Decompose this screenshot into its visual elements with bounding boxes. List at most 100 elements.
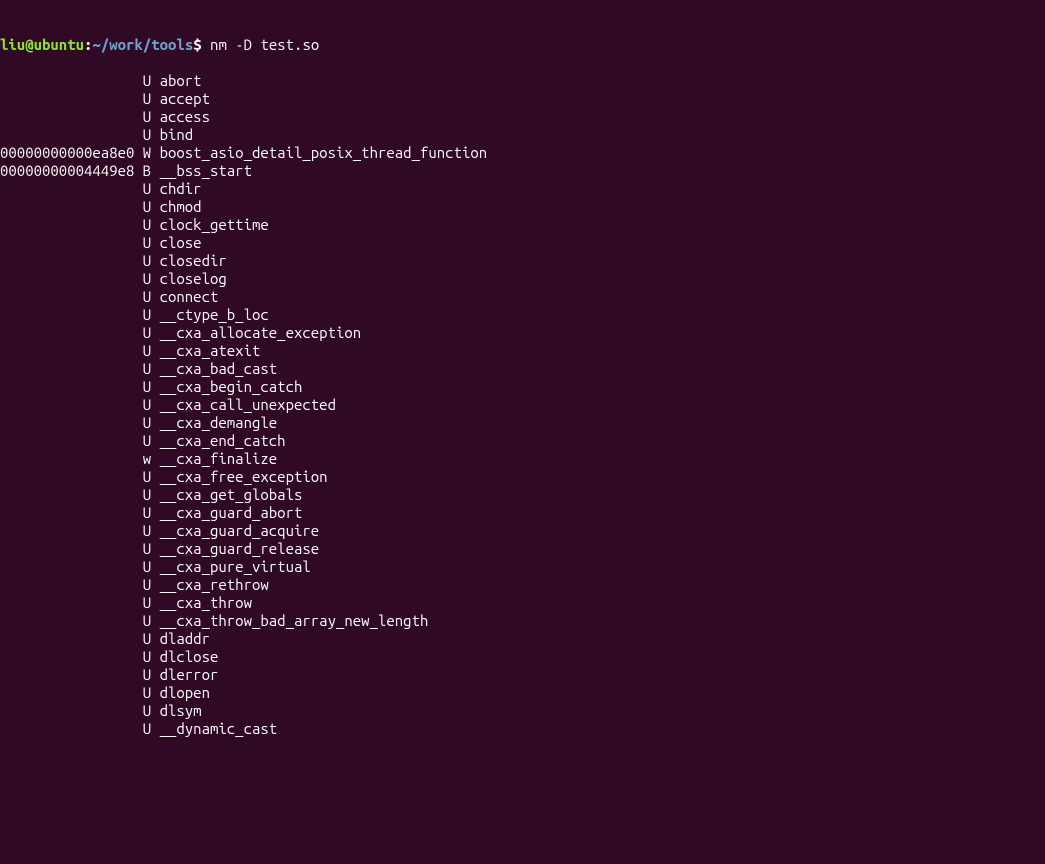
symbol-address: 00000000000ea8e0	[0, 144, 134, 162]
nm-row: U __cxa_guard_acquire	[0, 522, 1045, 540]
symbol-name: __bss_start	[160, 162, 252, 179]
symbol-type: U	[143, 108, 151, 126]
symbol-address	[0, 414, 134, 432]
nm-row: U closedir	[0, 252, 1045, 270]
nm-row: U dladdr	[0, 630, 1045, 648]
nm-row: U connect	[0, 288, 1045, 306]
symbol-name: __cxa_free_exception	[160, 468, 328, 485]
symbol-address	[0, 558, 134, 576]
nm-row: U dlerror	[0, 666, 1045, 684]
symbol-name: __cxa_begin_catch	[160, 378, 303, 395]
symbol-address	[0, 720, 134, 738]
symbol-name: dlsym	[160, 702, 202, 719]
symbol-type: U	[143, 72, 151, 90]
symbol-address	[0, 90, 134, 108]
symbol-address	[0, 324, 134, 342]
symbol-type: U	[143, 252, 151, 270]
nm-row: w __cxa_finalize	[0, 450, 1045, 468]
symbol-name: __cxa_guard_abort	[160, 504, 303, 521]
symbol-type: W	[143, 144, 151, 162]
nm-row: U chmod	[0, 198, 1045, 216]
nm-row: U chdir	[0, 180, 1045, 198]
symbol-name: chdir	[160, 180, 202, 197]
symbol-type: U	[143, 396, 151, 414]
symbol-type: U	[143, 306, 151, 324]
symbol-address	[0, 378, 134, 396]
symbol-address	[0, 450, 134, 468]
nm-row: U closelog	[0, 270, 1045, 288]
command-input[interactable]: nm -D test.so	[210, 36, 319, 53]
nm-row: U accept	[0, 90, 1045, 108]
symbol-type: U	[143, 288, 151, 306]
nm-row: U __cxa_call_unexpected	[0, 396, 1045, 414]
symbol-name: dlerror	[160, 666, 219, 683]
symbol-address	[0, 306, 134, 324]
symbol-name: __cxa_end_catch	[160, 432, 286, 449]
prompt-user: liu@ubuntu	[0, 36, 84, 53]
nm-row: 00000000000ea8e0 W boost_asio_detail_pos…	[0, 144, 1045, 162]
symbol-name: bind	[160, 126, 194, 143]
nm-row: U abort	[0, 72, 1045, 90]
symbol-type: U	[143, 594, 151, 612]
symbol-name: closelog	[160, 270, 227, 287]
symbol-name: __cxa_finalize	[160, 450, 278, 467]
symbol-name: __cxa_get_globals	[160, 486, 303, 503]
symbol-address	[0, 666, 134, 684]
symbol-name: chmod	[160, 198, 202, 215]
symbol-type: U	[143, 666, 151, 684]
symbol-address	[0, 468, 134, 486]
symbol-address	[0, 234, 134, 252]
symbol-type: U	[143, 90, 151, 108]
terminal[interactable]: liu@ubuntu:~/work/tools$ nm -D test.so U…	[0, 18, 1045, 756]
nm-row: U __cxa_throw_bad_array_new_length	[0, 612, 1045, 630]
nm-row: U __cxa_bad_cast	[0, 360, 1045, 378]
nm-row: U __cxa_free_exception	[0, 468, 1045, 486]
nm-row: U __cxa_rethrow	[0, 576, 1045, 594]
symbol-address	[0, 72, 134, 90]
symbol-type: U	[143, 432, 151, 450]
symbol-type: U	[143, 198, 151, 216]
symbol-address	[0, 396, 134, 414]
symbol-type: U	[143, 540, 151, 558]
symbol-address	[0, 270, 134, 288]
symbol-address	[0, 360, 134, 378]
symbol-name: dlclose	[160, 648, 219, 665]
symbol-type: U	[143, 612, 151, 630]
symbol-name: __cxa_rethrow	[160, 576, 269, 593]
symbol-address	[0, 252, 134, 270]
symbol-name: closedir	[160, 252, 227, 269]
symbol-address	[0, 594, 134, 612]
nm-row: U __cxa_demangle	[0, 414, 1045, 432]
nm-row: U __dynamic_cast	[0, 720, 1045, 738]
symbol-name: __ctype_b_loc	[160, 306, 269, 323]
symbol-type: U	[143, 324, 151, 342]
nm-row: U dlsym	[0, 702, 1045, 720]
symbol-name: __cxa_throw_bad_array_new_length	[160, 612, 429, 629]
prompt-path: ~/work/tools	[92, 36, 193, 53]
symbol-address	[0, 540, 134, 558]
symbol-name: __cxa_guard_release	[160, 540, 320, 557]
symbol-type: U	[143, 234, 151, 252]
symbol-type: U	[143, 216, 151, 234]
prompt-line: liu@ubuntu:~/work/tools$ nm -D test.so	[0, 36, 1045, 54]
symbol-type: U	[143, 414, 151, 432]
symbol-name: __cxa_guard_acquire	[160, 522, 320, 539]
symbol-name: accept	[160, 90, 210, 107]
symbol-name: dladdr	[160, 630, 210, 647]
symbol-address	[0, 522, 134, 540]
symbol-name: __dynamic_cast	[160, 720, 278, 737]
symbol-type: U	[143, 558, 151, 576]
symbol-type: U	[143, 360, 151, 378]
symbol-name: clock_gettime	[160, 216, 269, 233]
symbol-address	[0, 576, 134, 594]
symbol-address	[0, 432, 134, 450]
symbol-address	[0, 342, 134, 360]
symbol-address	[0, 288, 134, 306]
nm-row: U __cxa_allocate_exception	[0, 324, 1045, 342]
nm-row: U __cxa_begin_catch	[0, 378, 1045, 396]
symbol-name: boost_asio_detail_posix_thread_function	[160, 144, 488, 161]
symbol-address	[0, 126, 134, 144]
symbol-name: __cxa_call_unexpected	[160, 396, 336, 413]
symbol-type: U	[143, 504, 151, 522]
symbol-type: U	[143, 576, 151, 594]
